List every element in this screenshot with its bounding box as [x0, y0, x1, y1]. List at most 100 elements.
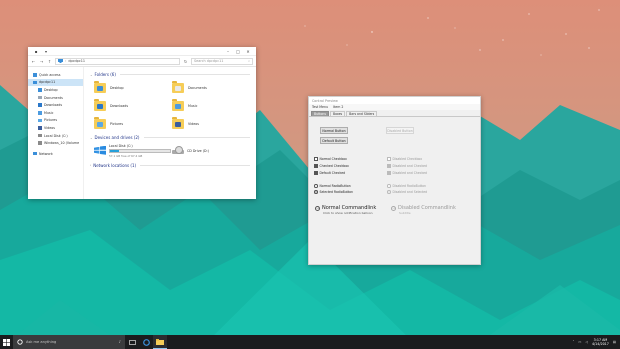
search-box[interactable]: Search dpcdpc11 ⌕	[191, 57, 253, 65]
folders-section-header[interactable]: ⌄ Folders (6)	[90, 71, 250, 78]
back-arrow-icon[interactable]: ←	[31, 59, 36, 64]
checkbox-label: Disabled and Checked	[392, 164, 428, 168]
folder-item[interactable]: Pictures	[94, 116, 172, 131]
disabled-selected-radiobutton[interactable]: Disabled and Selected	[387, 190, 427, 194]
folder-item[interactable]: Videos	[172, 116, 250, 131]
quick-access-toolbar-icon[interactable]: ▪	[31, 47, 41, 56]
checkbox-box	[387, 171, 391, 175]
folder-item[interactable]: Desktop	[94, 80, 172, 95]
disabled-checkbox[interactable]: Disabled Checkbox	[387, 157, 422, 161]
window-title: Control Preview	[309, 97, 480, 104]
checked-checkbox[interactable]: Checked Checkbox	[314, 164, 349, 168]
network-section-header[interactable]: › Network locations (1)	[90, 162, 250, 169]
sidebar-item[interactable]: dpcdpc11	[28, 78, 83, 87]
radio-label: Selected RadioButton	[319, 190, 353, 194]
sidebar-item[interactable]: Pictures	[28, 117, 83, 125]
windows-logo-icon	[3, 338, 10, 346]
clock-date: 4/14/2017	[591, 342, 609, 346]
sidebar-item-label: Videos	[44, 125, 55, 130]
disabled-checked-checkbox-2[interactable]: Disabled and Checked	[387, 171, 427, 175]
default-button[interactable]: Default Button	[320, 137, 348, 144]
drive-local-disk[interactable]: Local Disk (C:) 57.1 GB free of 67.4 GB	[94, 144, 172, 158]
drive-label: Local Disk (C:)	[109, 144, 133, 148]
tab-buttons[interactable]: Buttons	[311, 111, 329, 116]
address-bar[interactable]: › dpcdpc11	[55, 57, 180, 65]
radio-label: Disabled RadioButton	[392, 184, 426, 188]
folder-icon	[172, 99, 184, 111]
refresh-icon[interactable]: ↻	[183, 59, 188, 64]
search-placeholder: Ask me anything	[26, 340, 57, 344]
edge-button[interactable]	[139, 335, 153, 349]
checkbox-box	[314, 157, 318, 161]
task-view-button[interactable]	[125, 335, 139, 349]
task-view-icon	[128, 339, 136, 345]
normal-radiobutton[interactable]: Normal RadioButton	[314, 184, 351, 188]
tab-bars-and-sliders[interactable]: Bars and Sliders	[346, 111, 378, 116]
folder-item[interactable]: Music	[172, 98, 250, 113]
sidebar-item[interactable]: Desktop	[28, 86, 83, 94]
sidebar-item[interactable]: Windows_10 (Volume	[28, 139, 83, 147]
start-button[interactable]	[0, 335, 13, 349]
file-explorer-taskbar-button[interactable]	[153, 335, 167, 349]
pictures-icon	[38, 118, 42, 123]
desktop-icon	[38, 88, 42, 92]
clock[interactable]: 3:17 AM 4/14/2017	[592, 338, 609, 346]
drive-usage-bar	[109, 149, 171, 153]
minimize-button[interactable]: –	[223, 47, 233, 56]
maximize-button[interactable]: □	[233, 47, 243, 56]
cortana-search-box[interactable]: Ask me anything ♪	[13, 335, 125, 349]
default-checked-checkbox[interactable]: Default Checked	[314, 171, 345, 175]
radio-circle	[387, 184, 391, 188]
network-icon[interactable]: ▭	[578, 340, 581, 344]
cd-drive-icon	[172, 146, 184, 155]
sidebar-item[interactable]: Music	[28, 109, 83, 117]
menu-item[interactable]: Item 2	[333, 105, 343, 109]
control-preview-window[interactable]: Control Preview Test Menu Item 2 Buttons…	[308, 96, 481, 265]
windows-drive-icon	[94, 146, 106, 156]
sidebar-item[interactable]: Quick access	[28, 71, 83, 79]
videos-icon	[38, 126, 42, 130]
folder-item[interactable]: Documents	[172, 80, 250, 95]
normal-button[interactable]: Normal Button	[320, 127, 348, 134]
sidebar-item-label: Local Disk (C:)	[44, 133, 68, 138]
tab-boxes[interactable]: Boxes	[329, 111, 346, 116]
menu-item[interactable]: Test Menu	[312, 105, 328, 109]
disk-icon	[38, 133, 42, 138]
folder-label: Downloads	[110, 103, 129, 108]
arrow-right-icon: →	[391, 205, 396, 211]
selected-radiobutton[interactable]: Selected RadioButton	[314, 190, 353, 194]
volume-icon[interactable]: ◁	[585, 340, 588, 344]
drive-cd[interactable]: CD Drive (D:)	[172, 144, 250, 158]
sidebar-item-label: Windows_10 (Volume	[44, 141, 80, 146]
music-icon	[38, 111, 42, 115]
normal-checkbox[interactable]: Normal Checkbox	[314, 157, 347, 161]
close-button[interactable]: ✕	[243, 47, 253, 56]
sidebar-item-label: Music	[44, 110, 54, 115]
sidebar-item[interactable]: Documents	[28, 94, 83, 102]
properties-icon[interactable]: ▾	[41, 47, 51, 56]
folder-icon	[94, 81, 106, 93]
chevron-up-icon[interactable]: ˄	[573, 340, 575, 344]
star-icon	[33, 73, 37, 77]
drive-free-space: 57.1 GB free of 67.4 GB	[109, 153, 143, 158]
address-bar-row: ← → ↑ › dpcdpc11 ↻ Search dpcdpc11 ⌕	[28, 56, 256, 67]
drives-section-header[interactable]: ⌄ Devices and drives (2)	[90, 134, 250, 141]
up-arrow-icon[interactable]: ↑	[47, 59, 52, 64]
sidebar-item[interactable]: Videos	[28, 124, 83, 132]
sidebar-item[interactable]: Network	[28, 150, 83, 158]
explorer-titlebar[interactable]: ▪ ▾ – □ ✕	[28, 47, 256, 56]
sidebar-item[interactable]: Local Disk (C:)	[28, 132, 83, 140]
file-explorer-window[interactable]: ▪ ▾ – □ ✕ ← → ↑ › dpcdpc11 ↻ Search dpcd…	[28, 47, 256, 199]
disabled-checked-checkbox[interactable]: Disabled and Checked	[387, 164, 427, 168]
normal-commandlink[interactable]: → Normal Commandlink Click to show notif…	[315, 205, 376, 215]
disabled-button[interactable]: Disabled Button	[386, 127, 414, 134]
folder-item[interactable]: Downloads	[94, 98, 172, 113]
folder-label: Pictures	[110, 121, 124, 126]
checkbox-label: Disabled and Checked	[392, 171, 428, 175]
sidebar-item[interactable]: Downloads	[28, 101, 83, 109]
disabled-commandlink[interactable]: → Disabled Commandlink Subtitle	[391, 205, 456, 215]
disk-icon	[38, 141, 42, 145]
action-center-icon[interactable]: ▤	[613, 340, 616, 344]
disabled-radiobutton[interactable]: Disabled RadioButton	[387, 184, 426, 188]
forward-arrow-icon[interactable]: →	[39, 59, 44, 64]
